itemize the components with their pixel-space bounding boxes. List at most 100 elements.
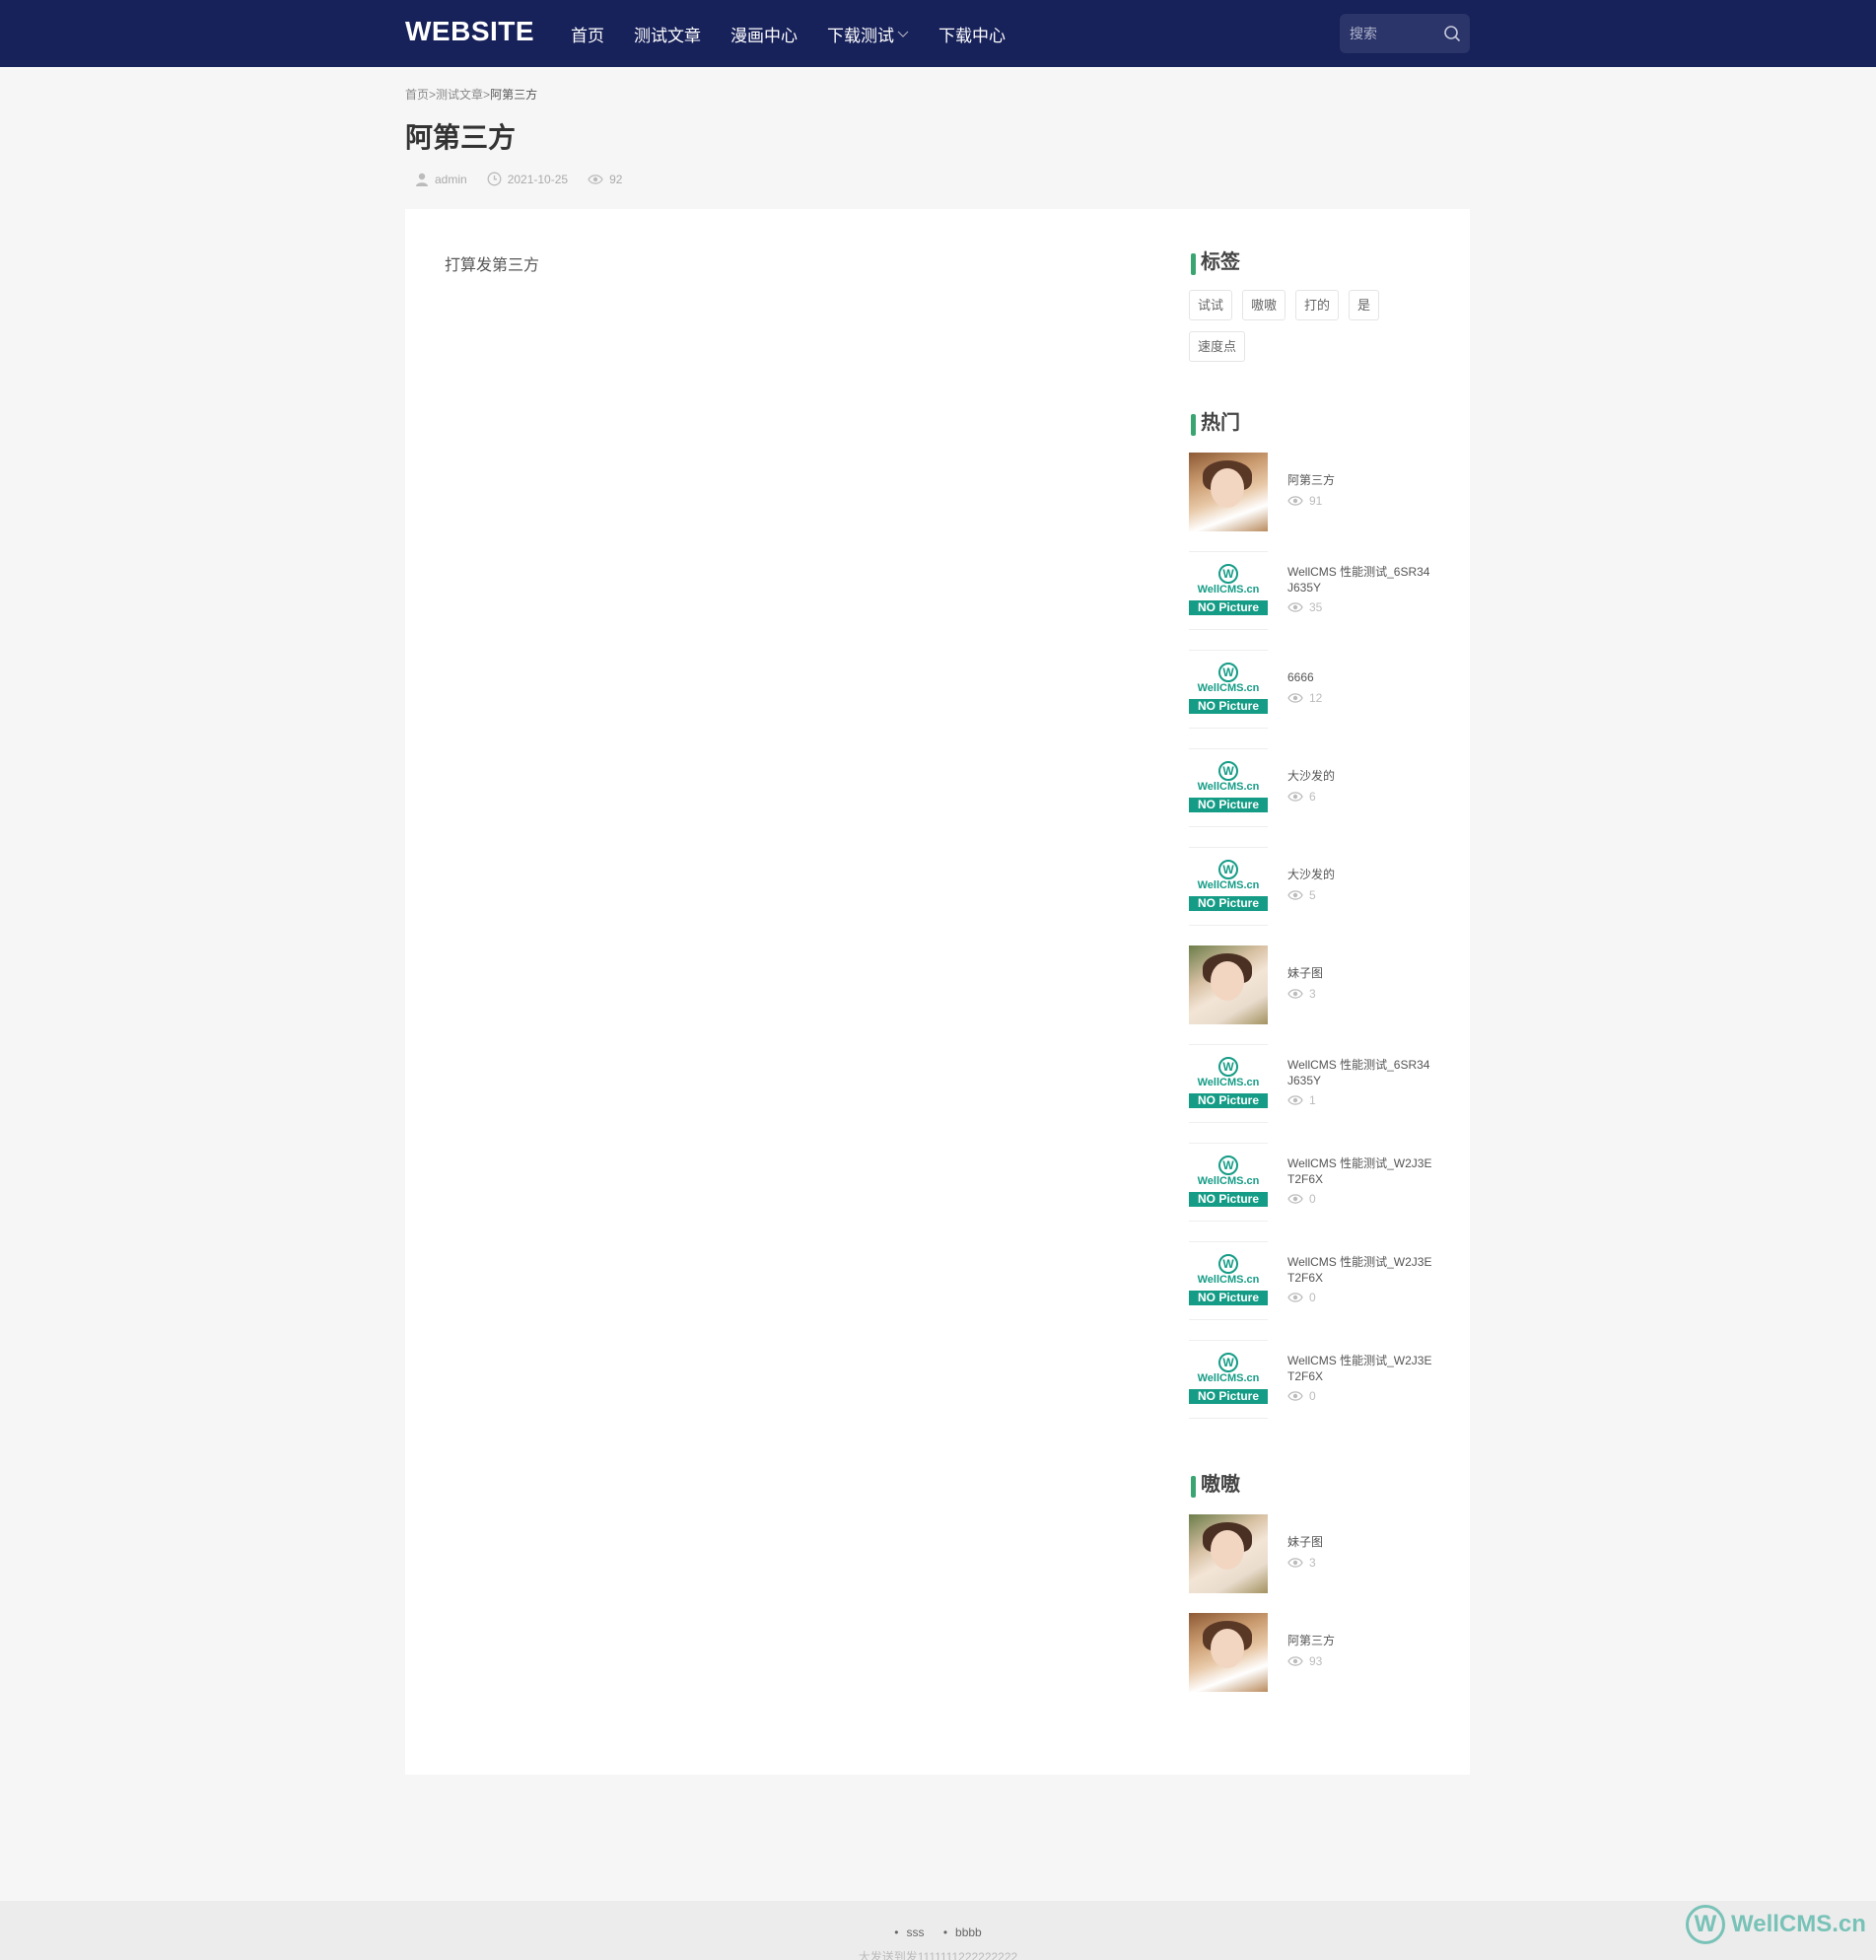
wellcms-logo-icon: W bbox=[1218, 761, 1238, 781]
tag-item[interactable]: 嗷嗷 bbox=[1242, 290, 1286, 320]
no-picture-thumbnail[interactable]: W WellCMS.cn NO Picture bbox=[1189, 1044, 1268, 1123]
item-title[interactable]: 妹子图 bbox=[1287, 965, 1435, 981]
nav-item-download-test-label: 下载测试 bbox=[827, 26, 894, 45]
breadcrumb-home[interactable]: 首页 bbox=[405, 88, 429, 102]
chevron-down-icon bbox=[897, 31, 909, 37]
item-title[interactable]: 阿第三方 bbox=[1287, 472, 1435, 488]
item-title[interactable]: WellCMS 性能测试_W2J3ET2F6X bbox=[1287, 1254, 1435, 1286]
list-item: 妹子图 3 bbox=[1189, 1514, 1445, 1613]
search-icon[interactable] bbox=[1443, 25, 1461, 42]
breadcrumb-separator: > bbox=[483, 88, 491, 102]
eye-icon bbox=[1287, 1558, 1303, 1568]
photo-detail bbox=[1211, 961, 1244, 1001]
article-content: 打算发第三方 bbox=[445, 257, 540, 274]
hot-section-title: 热门 bbox=[1189, 409, 1445, 439]
item-title[interactable]: 妹子图 bbox=[1287, 1534, 1435, 1550]
eye-icon bbox=[1287, 693, 1303, 703]
item-views: 6 bbox=[1287, 790, 1316, 804]
breadcrumb: 首页>测试文章>阿第三方 bbox=[405, 86, 537, 103]
footer-links: sss bbbb bbox=[0, 1925, 1876, 1939]
eye-icon bbox=[1287, 989, 1303, 999]
nav-item-home[interactable]: 首页 bbox=[571, 22, 604, 46]
nav-item-comics[interactable]: 漫画中心 bbox=[730, 22, 798, 46]
tag-item[interactable]: 试试 bbox=[1189, 290, 1233, 320]
nav-item-download-center[interactable]: 下载中心 bbox=[938, 22, 1006, 46]
tag-item[interactable]: 速度点 bbox=[1189, 331, 1246, 362]
eye-icon bbox=[1287, 1656, 1303, 1666]
item-view-count: 0 bbox=[1309, 1389, 1316, 1403]
item-views: 93 bbox=[1287, 1654, 1322, 1668]
no-picture-thumbnail[interactable]: W WellCMS.cn NO Picture bbox=[1189, 1143, 1268, 1222]
hot-list: 阿第三方 91 W WellCMS.cn NO Picture WellCMS 性能测试_… bbox=[1189, 453, 1445, 1438]
item-view-count: 6 bbox=[1309, 790, 1316, 804]
nav-item-download-test[interactable]: 下载测试 bbox=[827, 22, 909, 46]
item-title[interactable]: 大沙发的 bbox=[1287, 867, 1435, 882]
item-title[interactable]: WellCMS 性能测试_W2J3ET2F6X bbox=[1287, 1155, 1435, 1187]
eye-icon bbox=[1287, 792, 1303, 802]
no-picture-thumbnail[interactable]: W WellCMS.cn NO Picture bbox=[1189, 1241, 1268, 1320]
tag-item[interactable]: 打的 bbox=[1295, 290, 1340, 320]
no-picture-label: NO Picture bbox=[1189, 600, 1268, 615]
eye-icon bbox=[1287, 1095, 1303, 1105]
main-menu: 首页 测试文章 漫画中心 下载测试 下载中心 bbox=[571, 0, 1035, 67]
no-picture-thumbnail[interactable]: W WellCMS.cn NO Picture bbox=[1189, 551, 1268, 630]
photo-detail bbox=[1211, 468, 1244, 508]
search-input[interactable] bbox=[1350, 14, 1438, 53]
view-count: 92 bbox=[609, 172, 623, 186]
article-meta: admin 2021-10-25 92 bbox=[415, 172, 642, 186]
photo-thumbnail[interactable] bbox=[1189, 453, 1268, 531]
item-view-count: 1 bbox=[1309, 1093, 1316, 1107]
tag-item[interactable]: 是 bbox=[1349, 290, 1380, 320]
eye-icon bbox=[1287, 602, 1303, 612]
meta-author: admin bbox=[415, 173, 467, 186]
item-view-count: 5 bbox=[1309, 888, 1316, 902]
no-picture-thumbnail[interactable]: W WellCMS.cn NO Picture bbox=[1189, 1340, 1268, 1419]
wellcms-logo-icon: W bbox=[1218, 1353, 1238, 1372]
no-picture-label: NO Picture bbox=[1189, 798, 1268, 812]
item-title[interactable]: WellCMS 性能测试_6SR34J635Y bbox=[1287, 564, 1435, 595]
item-title[interactable]: WellCMS 性能测试_W2J3ET2F6X bbox=[1287, 1353, 1435, 1384]
wellcms-logo-icon: W bbox=[1218, 564, 1238, 584]
author-name[interactable]: admin bbox=[435, 173, 467, 186]
no-picture-label: NO Picture bbox=[1189, 1389, 1268, 1404]
breadcrumb-category[interactable]: 测试文章 bbox=[436, 88, 483, 102]
photo-thumbnail[interactable] bbox=[1189, 1613, 1268, 1692]
photo-detail bbox=[1211, 1629, 1244, 1668]
item-views: 0 bbox=[1287, 1389, 1316, 1403]
item-views: 12 bbox=[1287, 691, 1322, 705]
no-picture-thumbnail[interactable]: W WellCMS.cn NO Picture bbox=[1189, 650, 1268, 729]
eye-icon bbox=[1287, 1194, 1303, 1204]
no-picture-site: WellCMS.cn bbox=[1197, 781, 1260, 793]
nav-item-test-articles[interactable]: 测试文章 bbox=[634, 22, 701, 46]
no-picture-thumbnail[interactable]: W WellCMS.cn NO Picture bbox=[1189, 748, 1268, 827]
item-view-count: 3 bbox=[1309, 987, 1316, 1001]
list-item: W WellCMS.cn NO Picture 6666 12 bbox=[1189, 650, 1445, 748]
item-views: 1 bbox=[1287, 1093, 1316, 1107]
breadcrumb-separator: > bbox=[429, 88, 437, 102]
aoao-section-title: 嗷嗷 bbox=[1189, 1471, 1445, 1501]
no-picture-label: NO Picture bbox=[1189, 896, 1268, 911]
no-picture-site: WellCMS.cn bbox=[1197, 1372, 1260, 1384]
item-views: 3 bbox=[1287, 1556, 1316, 1570]
photo-thumbnail[interactable] bbox=[1189, 1514, 1268, 1593]
list-item: W WellCMS.cn NO Picture 大沙发的 5 bbox=[1189, 847, 1445, 945]
no-picture-label: NO Picture bbox=[1189, 1093, 1268, 1108]
item-views: 0 bbox=[1287, 1192, 1316, 1206]
article-card: 打算发第三方 标签 试试 嗷嗷 打的 是 速度点 热门 阿第三方 91 W WellC… bbox=[405, 209, 1470, 1775]
search-box bbox=[1340, 14, 1470, 53]
photo-thumbnail[interactable] bbox=[1189, 945, 1268, 1024]
item-title[interactable]: 阿第三方 bbox=[1287, 1633, 1435, 1648]
footer-link[interactable]: sss bbox=[894, 1925, 924, 1939]
site-logo[interactable]: WEBSITE bbox=[405, 16, 534, 47]
wellcms-logo-icon: W bbox=[1218, 1057, 1238, 1077]
no-picture-thumbnail[interactable]: W WellCMS.cn NO Picture bbox=[1189, 847, 1268, 926]
item-title[interactable]: 大沙发的 bbox=[1287, 768, 1435, 784]
meta-views: 92 bbox=[588, 173, 622, 186]
item-title[interactable]: WellCMS 性能测试_6SR34J635Y bbox=[1287, 1057, 1435, 1088]
wellcms-logo-icon: W bbox=[1218, 663, 1238, 682]
eye-icon bbox=[1287, 1391, 1303, 1401]
footer-link[interactable]: bbbb bbox=[943, 1925, 982, 1939]
item-view-count: 35 bbox=[1309, 600, 1323, 614]
list-item: 妹子图 3 bbox=[1189, 945, 1445, 1044]
item-title[interactable]: 6666 bbox=[1287, 669, 1435, 685]
